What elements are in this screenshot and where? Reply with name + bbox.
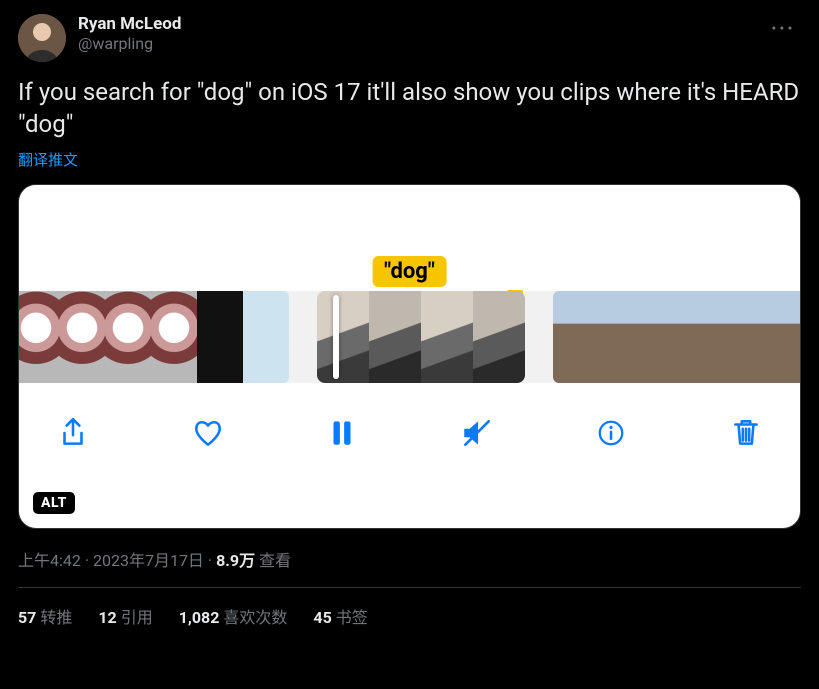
clip-group-active[interactable] [317,291,525,383]
pause-icon[interactable] [322,413,362,453]
media-toolbar [19,383,800,483]
tweet-date[interactable]: 2023年7月17日 [93,551,204,570]
video-frame [421,291,473,383]
tweet-container: Ryan McLeod @warpling ··· If you search … [0,0,819,628]
video-frame [59,291,105,383]
tweet-meta: 上午4:42 · 2023年7月17日 · 8.9万 查看 [18,547,801,571]
tweet-stats: 57转推 12引用 1,082喜欢次数 45书签 [18,588,801,628]
video-frame [197,291,243,383]
trash-icon[interactable] [726,413,766,453]
clip-group[interactable] [553,291,801,383]
clip-group[interactable] [18,291,289,383]
more-icon[interactable]: ··· [765,14,801,42]
video-timeline[interactable] [19,291,800,383]
video-frame [737,291,783,383]
stat-likes[interactable]: 1,082喜欢次数 [179,604,288,628]
tweet-text: If you search for "dog" on iOS 17 it'll … [18,76,801,141]
heart-icon[interactable] [188,413,228,453]
translate-link[interactable]: 翻译推文 [18,149,78,170]
video-frame [369,291,421,383]
video-frame [473,291,525,383]
video-frame [105,291,151,383]
video-frame [783,291,801,383]
playhead-icon[interactable] [333,295,339,379]
video-frame [691,291,737,383]
stat-bookmarks[interactable]: 45书签 [313,604,367,628]
tweet-header: Ryan McLeod @warpling ··· [18,14,801,62]
display-name[interactable]: Ryan McLeod [78,14,753,34]
tweet-time[interactable]: 上午4:42 [18,551,81,570]
share-icon[interactable] [53,413,93,453]
avatar[interactable] [18,14,66,62]
video-frame [553,291,599,383]
video-frame [645,291,691,383]
media-attachment[interactable]: "dog" [18,184,801,529]
stat-quotes[interactable]: 12引用 [98,604,152,628]
views-count[interactable]: 8.9万 [216,551,255,570]
info-icon[interactable] [591,413,631,453]
video-frame [599,291,645,383]
author-names: Ryan McLeod @warpling [78,14,753,54]
media-header-area: "dog" [19,185,800,291]
alt-badge[interactable]: ALT [33,492,75,514]
video-frame [18,291,59,383]
video-frame [243,291,289,383]
views-label: 查看 [259,551,291,570]
stat-retweets[interactable]: 57转推 [18,604,72,628]
handle[interactable]: @warpling [78,34,753,54]
video-frame [151,291,197,383]
video-frame [317,291,369,383]
mute-icon[interactable] [457,413,497,453]
search-term-badge: "dog" [372,256,447,287]
